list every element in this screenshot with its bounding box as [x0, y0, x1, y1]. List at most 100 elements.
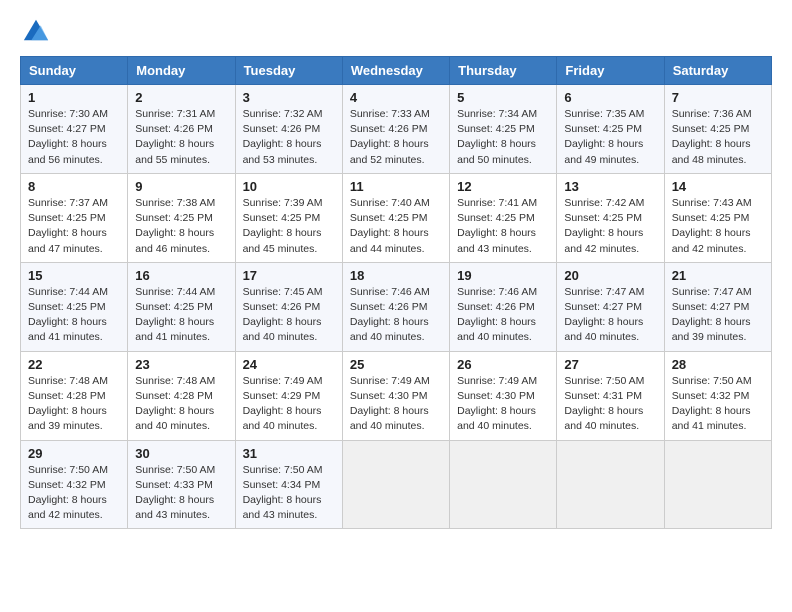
- calendar-week-row: 29 Sunrise: 7:50 AMSunset: 4:32 PMDaylig…: [21, 440, 772, 529]
- calendar-cell: 30 Sunrise: 7:50 AMSunset: 4:33 PMDaylig…: [128, 440, 235, 529]
- day-info: Sunrise: 7:32 AMSunset: 4:26 PMDaylight:…: [243, 108, 323, 166]
- day-number: 21: [672, 268, 764, 283]
- page-header: [20, 16, 772, 44]
- day-number: 24: [243, 357, 335, 372]
- calendar-cell: 19 Sunrise: 7:46 AMSunset: 4:26 PMDaylig…: [450, 262, 557, 351]
- day-info: Sunrise: 7:40 AMSunset: 4:25 PMDaylight:…: [350, 197, 430, 255]
- day-number: 3: [243, 90, 335, 105]
- day-number: 28: [672, 357, 764, 372]
- day-info: Sunrise: 7:48 AMSunset: 4:28 PMDaylight:…: [28, 375, 108, 433]
- day-number: 10: [243, 179, 335, 194]
- day-info: Sunrise: 7:46 AMSunset: 4:26 PMDaylight:…: [457, 286, 537, 344]
- day-info: Sunrise: 7:44 AMSunset: 4:25 PMDaylight:…: [28, 286, 108, 344]
- day-info: Sunrise: 7:47 AMSunset: 4:27 PMDaylight:…: [564, 286, 644, 344]
- day-info: Sunrise: 7:35 AMSunset: 4:25 PMDaylight:…: [564, 108, 644, 166]
- day-number: 29: [28, 446, 120, 461]
- day-info: Sunrise: 7:37 AMSunset: 4:25 PMDaylight:…: [28, 197, 108, 255]
- day-number: 17: [243, 268, 335, 283]
- day-info: Sunrise: 7:31 AMSunset: 4:26 PMDaylight:…: [135, 108, 215, 166]
- day-info: Sunrise: 7:43 AMSunset: 4:25 PMDaylight:…: [672, 197, 752, 255]
- calendar-cell: 1 Sunrise: 7:30 AMSunset: 4:27 PMDayligh…: [21, 85, 128, 174]
- calendar-cell: 18 Sunrise: 7:46 AMSunset: 4:26 PMDaylig…: [342, 262, 449, 351]
- day-info: Sunrise: 7:42 AMSunset: 4:25 PMDaylight:…: [564, 197, 644, 255]
- day-number: 30: [135, 446, 227, 461]
- calendar-body: 1 Sunrise: 7:30 AMSunset: 4:27 PMDayligh…: [21, 85, 772, 529]
- day-number: 19: [457, 268, 549, 283]
- calendar-cell: 22 Sunrise: 7:48 AMSunset: 4:28 PMDaylig…: [21, 351, 128, 440]
- logo-icon: [22, 16, 50, 44]
- col-header-thursday: Thursday: [450, 57, 557, 85]
- calendar-week-row: 1 Sunrise: 7:30 AMSunset: 4:27 PMDayligh…: [21, 85, 772, 174]
- calendar-cell: 23 Sunrise: 7:48 AMSunset: 4:28 PMDaylig…: [128, 351, 235, 440]
- calendar-cell: 25 Sunrise: 7:49 AMSunset: 4:30 PMDaylig…: [342, 351, 449, 440]
- calendar-cell: [450, 440, 557, 529]
- day-number: 26: [457, 357, 549, 372]
- day-number: 18: [350, 268, 442, 283]
- day-info: Sunrise: 7:33 AMSunset: 4:26 PMDaylight:…: [350, 108, 430, 166]
- day-number: 11: [350, 179, 442, 194]
- day-info: Sunrise: 7:44 AMSunset: 4:25 PMDaylight:…: [135, 286, 215, 344]
- day-info: Sunrise: 7:50 AMSunset: 4:33 PMDaylight:…: [135, 464, 215, 522]
- day-info: Sunrise: 7:34 AMSunset: 4:25 PMDaylight:…: [457, 108, 537, 166]
- calendar-cell: 12 Sunrise: 7:41 AMSunset: 4:25 PMDaylig…: [450, 173, 557, 262]
- calendar-table: SundayMondayTuesdayWednesdayThursdayFrid…: [20, 56, 772, 529]
- col-header-sunday: Sunday: [21, 57, 128, 85]
- calendar-cell: 16 Sunrise: 7:44 AMSunset: 4:25 PMDaylig…: [128, 262, 235, 351]
- day-info: Sunrise: 7:50 AMSunset: 4:32 PMDaylight:…: [28, 464, 108, 522]
- calendar-cell: 17 Sunrise: 7:45 AMSunset: 4:26 PMDaylig…: [235, 262, 342, 351]
- day-info: Sunrise: 7:47 AMSunset: 4:27 PMDaylight:…: [672, 286, 752, 344]
- calendar-cell: 21 Sunrise: 7:47 AMSunset: 4:27 PMDaylig…: [664, 262, 771, 351]
- logo: [20, 16, 50, 44]
- day-number: 12: [457, 179, 549, 194]
- day-info: Sunrise: 7:50 AMSunset: 4:34 PMDaylight:…: [243, 464, 323, 522]
- day-number: 15: [28, 268, 120, 283]
- day-number: 14: [672, 179, 764, 194]
- col-header-tuesday: Tuesday: [235, 57, 342, 85]
- day-number: 5: [457, 90, 549, 105]
- day-info: Sunrise: 7:46 AMSunset: 4:26 PMDaylight:…: [350, 286, 430, 344]
- calendar-cell: 31 Sunrise: 7:50 AMSunset: 4:34 PMDaylig…: [235, 440, 342, 529]
- calendar-cell: 15 Sunrise: 7:44 AMSunset: 4:25 PMDaylig…: [21, 262, 128, 351]
- col-header-wednesday: Wednesday: [342, 57, 449, 85]
- day-number: 25: [350, 357, 442, 372]
- day-number: 31: [243, 446, 335, 461]
- calendar-cell: 26 Sunrise: 7:49 AMSunset: 4:30 PMDaylig…: [450, 351, 557, 440]
- day-info: Sunrise: 7:50 AMSunset: 4:31 PMDaylight:…: [564, 375, 644, 433]
- col-header-saturday: Saturday: [664, 57, 771, 85]
- day-number: 9: [135, 179, 227, 194]
- day-info: Sunrise: 7:45 AMSunset: 4:26 PMDaylight:…: [243, 286, 323, 344]
- day-info: Sunrise: 7:30 AMSunset: 4:27 PMDaylight:…: [28, 108, 108, 166]
- day-info: Sunrise: 7:38 AMSunset: 4:25 PMDaylight:…: [135, 197, 215, 255]
- calendar-cell: 24 Sunrise: 7:49 AMSunset: 4:29 PMDaylig…: [235, 351, 342, 440]
- calendar-cell: 20 Sunrise: 7:47 AMSunset: 4:27 PMDaylig…: [557, 262, 664, 351]
- day-number: 16: [135, 268, 227, 283]
- calendar-week-row: 8 Sunrise: 7:37 AMSunset: 4:25 PMDayligh…: [21, 173, 772, 262]
- calendar-cell: 4 Sunrise: 7:33 AMSunset: 4:26 PMDayligh…: [342, 85, 449, 174]
- calendar-cell: [664, 440, 771, 529]
- day-info: Sunrise: 7:41 AMSunset: 4:25 PMDaylight:…: [457, 197, 537, 255]
- calendar-cell: 13 Sunrise: 7:42 AMSunset: 4:25 PMDaylig…: [557, 173, 664, 262]
- day-info: Sunrise: 7:50 AMSunset: 4:32 PMDaylight:…: [672, 375, 752, 433]
- calendar-cell: 14 Sunrise: 7:43 AMSunset: 4:25 PMDaylig…: [664, 173, 771, 262]
- day-number: 13: [564, 179, 656, 194]
- col-header-friday: Friday: [557, 57, 664, 85]
- day-number: 27: [564, 357, 656, 372]
- calendar-cell: 8 Sunrise: 7:37 AMSunset: 4:25 PMDayligh…: [21, 173, 128, 262]
- calendar-cell: 2 Sunrise: 7:31 AMSunset: 4:26 PMDayligh…: [128, 85, 235, 174]
- calendar-cell: [342, 440, 449, 529]
- day-info: Sunrise: 7:49 AMSunset: 4:30 PMDaylight:…: [350, 375, 430, 433]
- calendar-header-row: SundayMondayTuesdayWednesdayThursdayFrid…: [21, 57, 772, 85]
- calendar-cell: [557, 440, 664, 529]
- day-number: 6: [564, 90, 656, 105]
- calendar-cell: 7 Sunrise: 7:36 AMSunset: 4:25 PMDayligh…: [664, 85, 771, 174]
- day-number: 20: [564, 268, 656, 283]
- calendar-cell: 29 Sunrise: 7:50 AMSunset: 4:32 PMDaylig…: [21, 440, 128, 529]
- calendar-cell: 3 Sunrise: 7:32 AMSunset: 4:26 PMDayligh…: [235, 85, 342, 174]
- day-info: Sunrise: 7:49 AMSunset: 4:30 PMDaylight:…: [457, 375, 537, 433]
- calendar-week-row: 15 Sunrise: 7:44 AMSunset: 4:25 PMDaylig…: [21, 262, 772, 351]
- day-number: 7: [672, 90, 764, 105]
- day-number: 22: [28, 357, 120, 372]
- day-info: Sunrise: 7:39 AMSunset: 4:25 PMDaylight:…: [243, 197, 323, 255]
- calendar-week-row: 22 Sunrise: 7:48 AMSunset: 4:28 PMDaylig…: [21, 351, 772, 440]
- calendar-cell: 11 Sunrise: 7:40 AMSunset: 4:25 PMDaylig…: [342, 173, 449, 262]
